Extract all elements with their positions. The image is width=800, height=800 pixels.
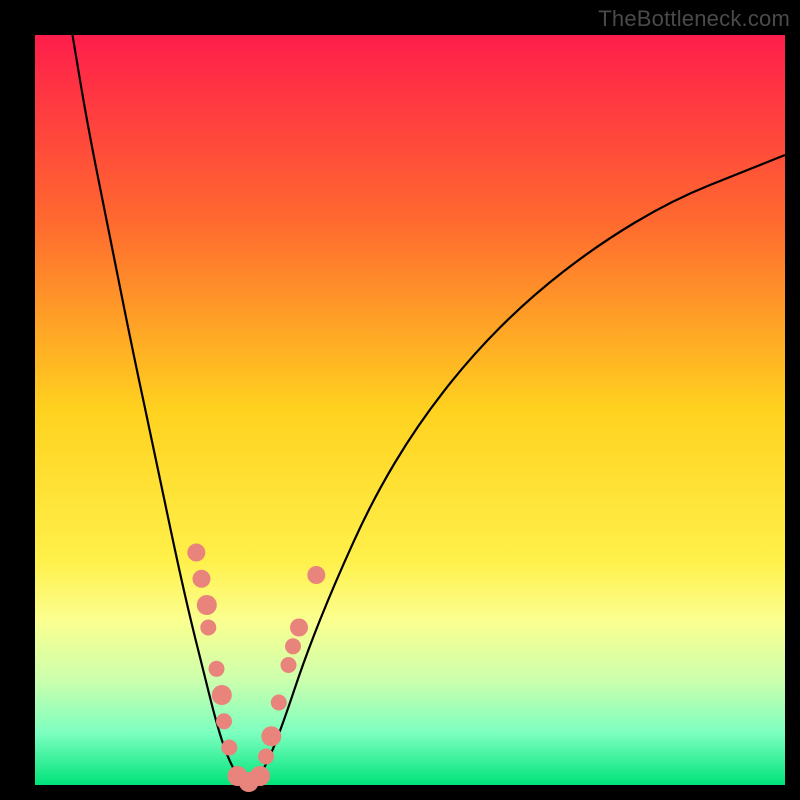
marker-point [281,657,297,673]
plot-background [35,35,785,785]
marker-point [197,595,217,615]
marker-point [221,740,237,756]
marker-point [193,570,211,588]
marker-point [271,695,287,711]
watermark-text: TheBottleneck.com [598,6,790,32]
marker-point [212,685,232,705]
marker-point [258,749,274,765]
marker-point [187,544,205,562]
marker-point [250,766,270,786]
chart-frame: TheBottleneck.com [0,0,800,800]
marker-point [285,638,301,654]
marker-point [307,566,325,584]
marker-point [200,620,216,636]
marker-point [216,713,232,729]
marker-point [290,619,308,637]
marker-point [209,661,225,677]
marker-point [261,726,281,746]
bottleneck-chart [0,0,800,800]
